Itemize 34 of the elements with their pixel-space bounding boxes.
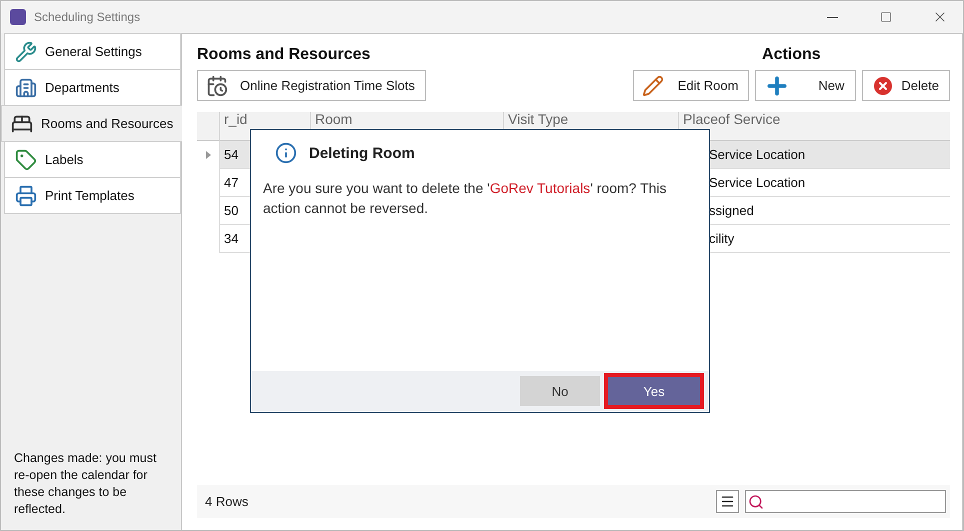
minimize-icon [826, 16, 838, 18]
search-field[interactable] [745, 490, 946, 513]
column-header[interactable]: Placeof Service [678, 112, 950, 141]
app-icon [10, 9, 26, 25]
menu-button[interactable] [716, 490, 739, 513]
sidebar-item[interactable]: Labels [4, 141, 181, 178]
maximize-icon [880, 11, 892, 23]
yes-button[interactable]: Yes [604, 373, 704, 409]
search-icon [748, 494, 764, 510]
sidebar-item[interactable]: Print Templates [4, 177, 181, 214]
section-title: Rooms and Resources [197, 46, 370, 64]
tag-icon [15, 148, 37, 170]
printer-icon [15, 184, 37, 206]
calendar-icon [206, 74, 228, 96]
building-icon [15, 76, 37, 98]
actions-title: Actions [762, 46, 821, 64]
sidebar-item[interactable]: Rooms and Resources [1, 105, 182, 142]
pencil-icon [642, 74, 664, 96]
info-icon [275, 142, 297, 164]
row-count: 4 Rows [205, 494, 250, 509]
tools-icon [15, 40, 37, 62]
delete-button[interactable]: Delete [862, 70, 950, 101]
sidebar-item[interactable]: General Settings [4, 33, 181, 70]
dialog-title: Deleting Room [309, 144, 415, 162]
changes-note: Changes made: you must re-open the calendar for these changes to be reflected. [13, 450, 158, 518]
time-slots-button[interactable]: Online Registration Time Slots [197, 70, 426, 101]
no-button[interactable]: No [520, 376, 600, 406]
menu-icon [720, 494, 735, 509]
sidebar-item[interactable]: Departments [4, 69, 181, 106]
new-button[interactable]: New [755, 70, 856, 101]
row-pointer-icon [206, 150, 210, 158]
header-corner [197, 112, 219, 141]
window-title: Scheduling Settings [34, 10, 142, 24]
edit-button[interactable]: Edit Room [632, 70, 750, 101]
